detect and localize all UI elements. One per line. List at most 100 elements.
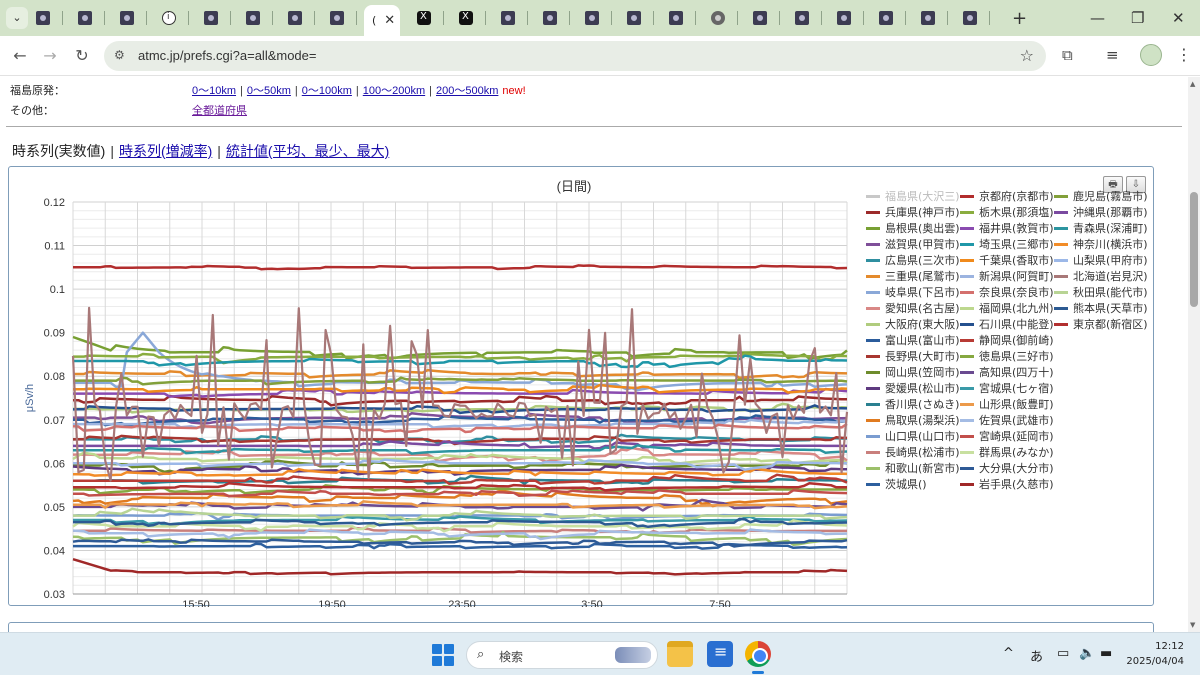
extensions-icon[interactable]: ⧉ — [1062, 46, 1073, 64]
browser-tab[interactable] — [196, 5, 236, 31]
scroll-up-icon[interactable]: ▲ — [1190, 80, 1195, 88]
legend-item[interactable]: 福島県(大沢三) — [866, 188, 960, 204]
legend-item[interactable]: 千葉県(香取市) — [960, 252, 1054, 268]
browser-tab[interactable] — [409, 5, 449, 31]
browser-tab[interactable] — [154, 5, 194, 31]
all-prefectures-link[interactable]: 全都道府県 — [192, 105, 247, 117]
legend-item[interactable]: 東京都(新宿区) — [1054, 316, 1148, 332]
legend-item[interactable]: 埼玉県(三郷市) — [960, 236, 1054, 252]
browser-tab[interactable] — [871, 5, 911, 31]
browser-tab[interactable] — [451, 5, 491, 31]
bookmark-star-icon[interactable]: ☆ — [1020, 46, 1034, 65]
legend-item[interactable]: 山形県(飯豊町) — [960, 396, 1054, 412]
legend-item[interactable]: 沖縄県(那覇市) — [1054, 204, 1148, 220]
legend-item[interactable]: 大阪府(東大阪) — [866, 316, 960, 332]
legend-item[interactable]: 岡山県(笠岡市) — [866, 364, 960, 380]
filter-link-0-10km[interactable]: 0～10km — [192, 85, 236, 97]
legend-item[interactable]: 広島県(三次市) — [866, 252, 960, 268]
network-icon[interactable]: ▭ — [1057, 646, 1069, 661]
legend-item[interactable]: 岩手県(久慈市) — [960, 476, 1054, 492]
profile-avatar[interactable] — [1140, 44, 1162, 66]
legend-item[interactable]: 徳島県(三好市) — [960, 348, 1054, 364]
legend-item[interactable]: 静岡県(御前崎) — [960, 332, 1054, 348]
legend-item[interactable]: 茨城県() — [866, 476, 927, 492]
close-window-icon[interactable]: ✕ — [1172, 9, 1185, 27]
reload-button[interactable]: ↻ — [70, 44, 94, 68]
browser-tab[interactable] — [829, 5, 869, 31]
media-controls-icon[interactable]: ≡ — [1106, 46, 1119, 64]
taskbar-search[interactable]: ⌕ 検索 — [466, 641, 658, 669]
legend-item[interactable]: 岐阜県(下呂市) — [866, 284, 960, 300]
browser-tab[interactable] — [238, 5, 278, 31]
legend-item[interactable]: 新潟県(阿賀町) — [960, 268, 1054, 284]
address-bar[interactable]: ⚙ atmc.jp/prefs.cgi?a=all&mode= ☆ — [104, 41, 1046, 71]
legend-item[interactable]: 大分県(大分市) — [960, 460, 1054, 476]
forward-button[interactable]: → — [38, 44, 62, 68]
restore-icon[interactable]: ❐ — [1131, 9, 1144, 27]
file-explorer-icon[interactable] — [667, 641, 693, 667]
legend-item[interactable]: 宮城県(七ヶ宿) — [960, 380, 1054, 396]
scrollbar-thumb[interactable] — [1190, 192, 1198, 307]
legend-item[interactable]: 福井県(敦賀市) — [960, 220, 1054, 236]
volume-icon[interactable]: 🔈 — [1079, 646, 1095, 661]
browser-tab[interactable] — [577, 5, 617, 31]
scroll-down-icon[interactable]: ▼ — [1190, 621, 1195, 629]
browser-menu-icon[interactable]: ⋮ — [1176, 45, 1192, 64]
legend-item[interactable]: 愛知県(名古屋) — [866, 300, 960, 316]
browser-tab[interactable] — [661, 5, 701, 31]
legend-item[interactable]: 北海道(岩見沢) — [1054, 268, 1148, 284]
browser-tab[interactable] — [322, 5, 362, 31]
browser-tab[interactable] — [913, 5, 953, 31]
legend-item[interactable]: 鳥取県(湯梨浜) — [866, 412, 960, 428]
legend-item[interactable]: 群馬県(みなか) — [960, 444, 1054, 460]
filter-link-0-50km[interactable]: 0～50km — [247, 85, 291, 97]
legend-item[interactable]: 長野県(大町市) — [866, 348, 960, 364]
battery-icon[interactable]: ▬ — [1100, 646, 1112, 661]
view-tab-statistics[interactable]: 統計値(平均、最少、最大) — [226, 143, 389, 159]
back-button[interactable]: ← — [8, 44, 32, 68]
filter-link-0-100km[interactable]: 0～100km — [302, 85, 352, 97]
browser-tab[interactable] — [112, 5, 152, 31]
legend-item[interactable]: 和歌山(新宮市) — [866, 460, 960, 476]
browser-tab[interactable] — [745, 5, 785, 31]
legend-item[interactable]: 富山県(富山市) — [866, 332, 960, 348]
legend-item[interactable]: 宮崎県(延岡市) — [960, 428, 1054, 444]
legend-item[interactable]: 栃木県(那須塩) — [960, 204, 1054, 220]
legend-item[interactable]: 兵庫県(神戸市) — [866, 204, 960, 220]
legend-item[interactable]: 鹿児島(霧島市) — [1054, 188, 1148, 204]
legend-item[interactable]: 愛媛県(松山市) — [866, 380, 960, 396]
tab-close-icon[interactable]: ✕ — [384, 13, 395, 28]
browser-tab[interactable] — [280, 5, 320, 31]
legend-item[interactable]: 山口県(山口市) — [866, 428, 960, 444]
browser-tab[interactable] — [493, 5, 533, 31]
browser-tab[interactable] — [28, 5, 68, 31]
tray-overflow-icon[interactable]: ^ — [1003, 646, 1014, 661]
browser-tab[interactable]: (✕ — [364, 5, 400, 36]
view-tab-change-rate[interactable]: 時系列(増減率) — [119, 143, 212, 159]
legend-item[interactable]: 高知県(四万十) — [960, 364, 1054, 380]
browser-tab[interactable] — [619, 5, 659, 31]
filter-link-200-500km[interactable]: 200～500km — [436, 85, 498, 97]
minimize-icon[interactable]: — — [1090, 9, 1105, 27]
legend-item[interactable]: 三重県(尾鷲市) — [866, 268, 960, 284]
tab-search-button[interactable]: ⌄ — [6, 7, 28, 29]
legend-item[interactable]: 青森県(深浦町) — [1054, 220, 1148, 236]
legend-item[interactable]: 島根県(奥出雲) — [866, 220, 960, 236]
browser-tab[interactable] — [70, 5, 110, 31]
legend-item[interactable]: 神奈川(横浜市) — [1054, 236, 1148, 252]
browser-tab[interactable] — [955, 5, 995, 31]
notepad-icon[interactable] — [707, 641, 733, 667]
clock[interactable]: 12:12 2025/04/04 — [1126, 639, 1184, 669]
site-info-icon[interactable]: ⚙ — [114, 48, 130, 64]
browser-tab[interactable] — [535, 5, 575, 31]
new-tab-button[interactable]: + — [1012, 8, 1027, 29]
ime-indicator[interactable]: あ — [1030, 646, 1043, 665]
legend-item[interactable]: 秋田県(能代市) — [1054, 284, 1148, 300]
legend-item[interactable]: 滋賀県(甲賀市) — [866, 236, 960, 252]
legend-item[interactable]: 熊本県(天草市) — [1054, 300, 1148, 316]
start-button[interactable] — [432, 644, 454, 666]
legend-item[interactable]: 京都府(京都市) — [960, 188, 1054, 204]
legend-item[interactable]: 福岡県(北九州) — [960, 300, 1054, 316]
browser-tab[interactable] — [703, 5, 743, 31]
legend-item[interactable]: 山梨県(甲府市) — [1054, 252, 1148, 268]
